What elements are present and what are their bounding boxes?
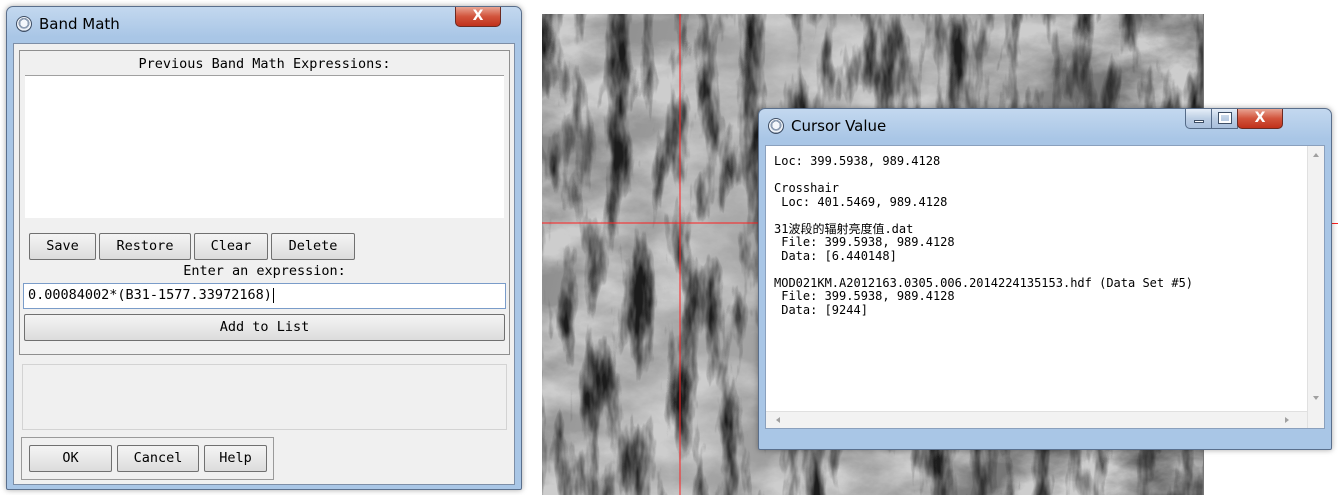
window-title: Cursor Value <box>791 117 887 135</box>
cursor-value-titlebar[interactable]: Cursor Value X <box>759 109 1331 143</box>
band-math-client: Previous Band Math Expressions: Save Res… <box>13 43 515 485</box>
vertical-scrollbar[interactable] <box>1307 146 1324 428</box>
scroll-right-icon[interactable] <box>1285 417 1289 423</box>
text-line <box>774 263 1316 277</box>
cursor-value-text: Loc: 399.5938, 989.4128 Crosshair Loc: 4… <box>766 146 1324 428</box>
ok-button[interactable]: OK <box>29 445 112 472</box>
cursor-value-text-area[interactable]: Loc: 399.5938, 989.4128 Crosshair Loc: 4… <box>765 145 1325 429</box>
envi-app-icon <box>16 16 32 32</box>
maximize-icon <box>1218 112 1232 124</box>
minimize-button[interactable] <box>1185 109 1212 129</box>
expression-input[interactable]: 0.00084002*(B31-1577.33972168) <box>23 283 506 309</box>
text-caret <box>272 287 274 303</box>
scroll-down-icon[interactable] <box>1313 396 1319 400</box>
maximize-button[interactable] <box>1211 109 1238 129</box>
restore-button[interactable]: Restore <box>99 233 191 260</box>
band-math-window: Band Math X Previous Band Math Expressio… <box>6 6 522 490</box>
text-line: Data: [6.440148] <box>774 249 897 263</box>
scroll-up-icon[interactable] <box>1313 153 1319 157</box>
clear-button[interactable]: Clear <box>194 233 268 260</box>
text-line: MOD021KM.A2012163.0305.006.2014224135153… <box>774 276 1194 290</box>
scroll-left-icon[interactable] <box>776 417 780 423</box>
expression-value: 0.00084002*(B31-1577.33972168) <box>28 287 272 303</box>
text-line <box>774 169 1316 183</box>
help-button[interactable]: Help <box>204 445 267 472</box>
horizontal-scrollbar[interactable] <box>766 411 1307 428</box>
cancel-button[interactable]: Cancel <box>117 445 199 472</box>
dialog-buttons: OK Cancel Help <box>21 437 274 480</box>
minimize-icon <box>1194 120 1204 123</box>
close-button[interactable]: X <box>455 7 501 27</box>
previous-expressions-list[interactable] <box>25 75 504 218</box>
text-line: File: 399.5938, 989.4128 <box>774 236 955 249</box>
text-line: Loc: 401.5469, 989.4128 <box>774 195 948 209</box>
message-area <box>22 364 507 430</box>
text-line <box>774 209 1316 223</box>
delete-button[interactable]: Delete <box>271 233 355 260</box>
band-math-titlebar[interactable]: Band Math X <box>7 7 521 41</box>
cursor-value-window: Cursor Value X Loc: 399.5938, 989.4128 C… <box>758 108 1332 450</box>
text-line: Crosshair <box>774 182 840 195</box>
save-button[interactable]: Save <box>29 233 96 260</box>
text-line: Data: [9244] <box>774 303 868 317</box>
enter-expression-label: Enter an expression: <box>183 263 346 279</box>
add-to-list-button[interactable]: Add to List <box>24 314 505 341</box>
text-line: 31波段的辐射亮度值.dat <box>774 222 914 236</box>
text-line: Loc: 399.5938, 989.4128 <box>774 155 941 168</box>
window-title: Band Math <box>39 15 120 33</box>
text-line: File: 399.5938, 989.4128 <box>774 290 955 303</box>
close-button[interactable]: X <box>1237 109 1283 129</box>
previous-expressions-label: Previous Band Math Expressions: <box>138 56 391 72</box>
envi-app-icon <box>768 118 784 134</box>
expressions-panel: Previous Band Math Expressions: Save Res… <box>19 50 510 355</box>
